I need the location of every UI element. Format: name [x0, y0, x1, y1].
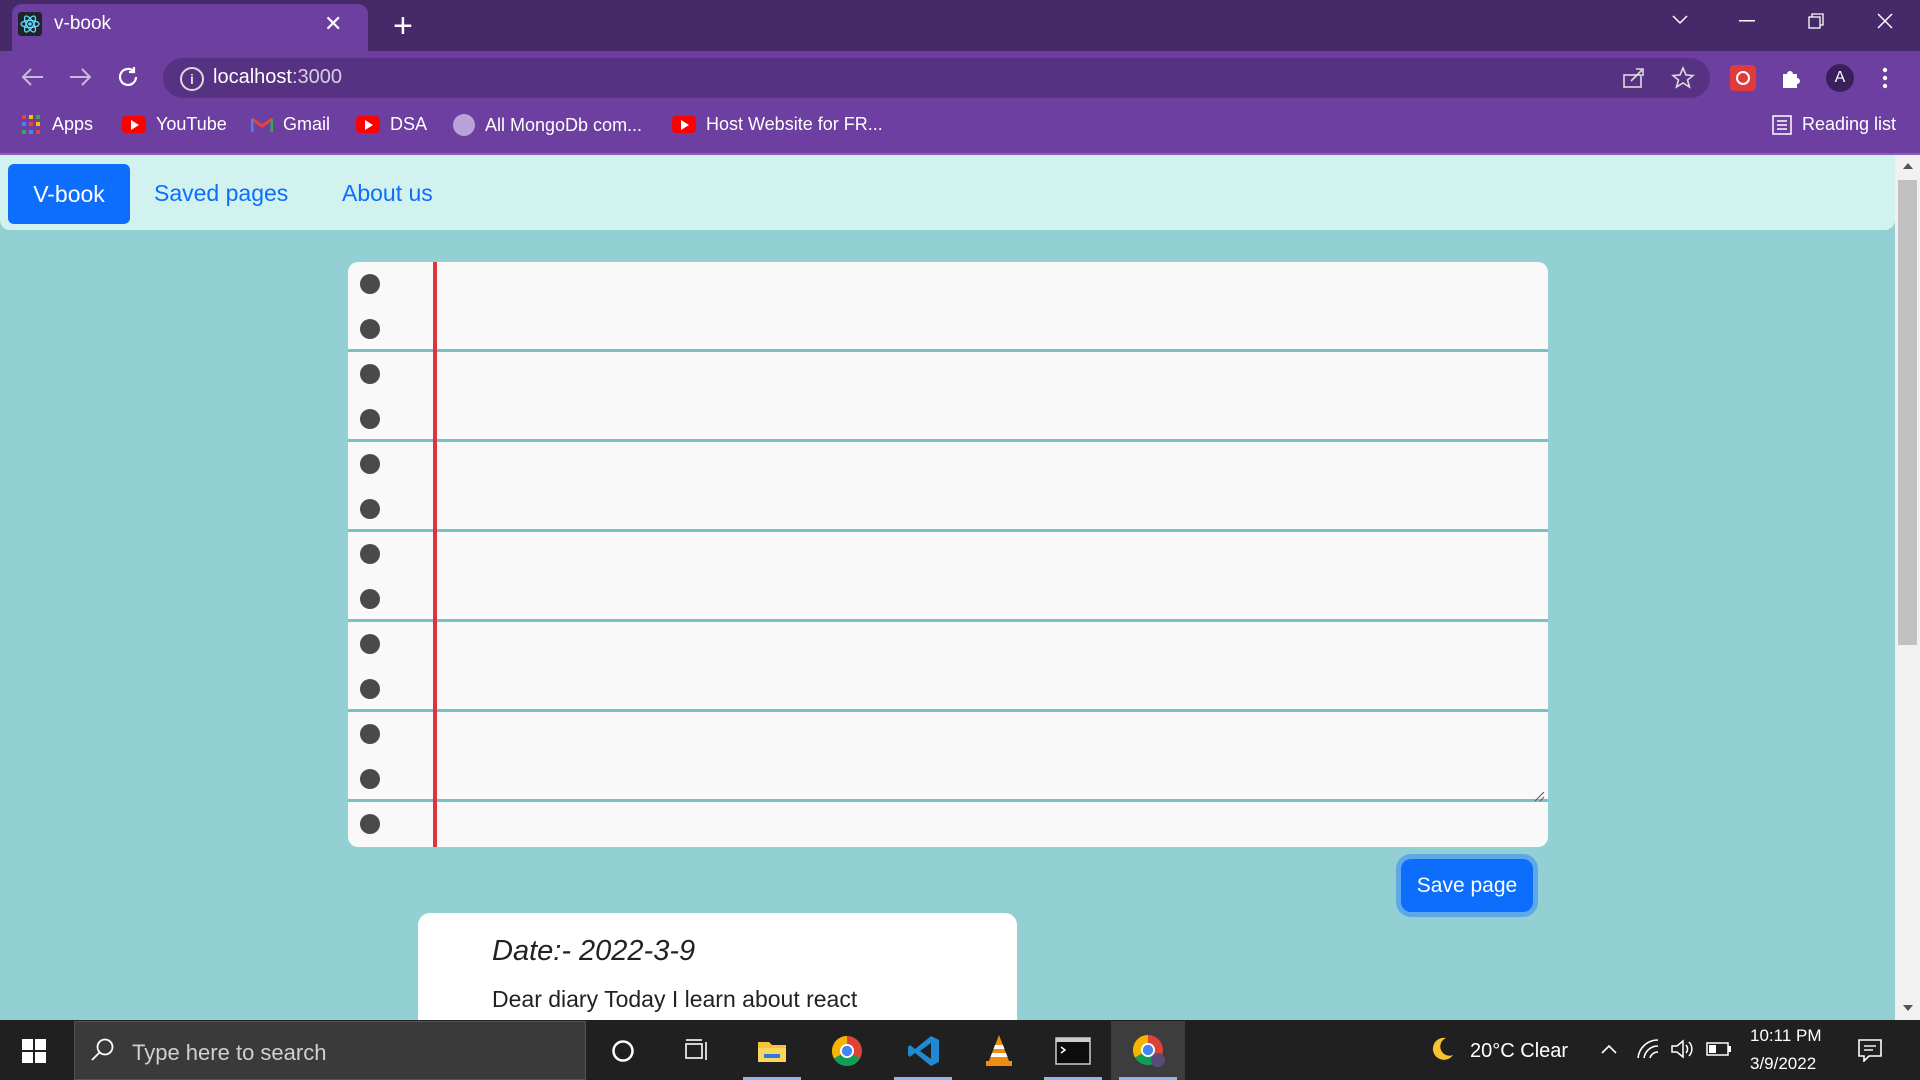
- notebook-hole: [360, 679, 380, 699]
- apps-grid-icon: [22, 114, 42, 135]
- notebook-hole: [360, 454, 380, 474]
- terminal-icon: [1055, 1037, 1091, 1065]
- bookmark-mongodb[interactable]: All MongoDb com...: [453, 114, 642, 136]
- task-view-icon: [685, 1039, 707, 1060]
- bookmark-dsa[interactable]: DSA: [356, 114, 427, 135]
- nav-saved-pages[interactable]: Saved pages: [154, 180, 288, 207]
- notebook-hole: [360, 499, 380, 519]
- show-hidden-icons-chevron-icon[interactable]: [1600, 1043, 1618, 1055]
- bookmark-label: All MongoDb com...: [485, 114, 643, 135]
- url-text[interactable]: localhost:3000: [213, 66, 342, 89]
- notebook-hole: [360, 319, 380, 339]
- chrome-icon: [831, 1036, 862, 1067]
- chrome-profile-icon: [1132, 1035, 1165, 1067]
- cortana-button[interactable]: [586, 1021, 660, 1080]
- battery-icon[interactable]: [1706, 1042, 1732, 1056]
- taskbar-chrome[interactable]: [810, 1021, 884, 1080]
- scroll-down-arrow-icon[interactable]: [1902, 1004, 1914, 1012]
- extensions-puzzle-icon[interactable]: [1779, 66, 1803, 90]
- profile-avatar[interactable]: A: [1826, 64, 1854, 92]
- task-view-button[interactable]: [660, 1021, 734, 1080]
- volume-icon[interactable]: [1670, 1039, 1694, 1059]
- notebook-hole: [360, 724, 380, 744]
- share-icon[interactable]: [1622, 67, 1646, 89]
- bookmark-star-icon[interactable]: [1671, 66, 1695, 90]
- minimize-icon[interactable]: [1739, 20, 1755, 22]
- taskbar-terminal[interactable]: [1036, 1021, 1110, 1080]
- nav-about-us[interactable]: About us: [342, 180, 433, 207]
- close-window-icon[interactable]: [1877, 13, 1893, 29]
- bookmark-host-website[interactable]: Host Website for FR...: [672, 114, 883, 135]
- gmail-icon: [251, 117, 273, 132]
- address-bar[interactable]: [163, 58, 1710, 98]
- restore-icon[interactable]: [1808, 13, 1824, 29]
- bookmark-label: DSA: [390, 114, 428, 134]
- notebook-hole: [360, 814, 380, 834]
- url-port: :3000: [291, 66, 342, 88]
- entry-text: Dear diary Today I learn about react: [492, 986, 858, 1012]
- wifi-icon[interactable]: [1636, 1038, 1660, 1060]
- vscode-icon: [908, 1036, 939, 1066]
- bookmark-label: Gmail: [283, 114, 331, 134]
- reading-list-label: Reading list: [1802, 114, 1897, 134]
- textarea-resize-grip-icon[interactable]: [1533, 790, 1545, 802]
- react-favicon-icon: [18, 12, 42, 36]
- notebook-hole: [360, 409, 380, 429]
- notebook-hole: [360, 634, 380, 654]
- scroll-up-arrow-icon[interactable]: [1902, 162, 1914, 170]
- tab-search-chevron-icon[interactable]: [1671, 14, 1689, 26]
- youtube-icon: [356, 116, 380, 133]
- notebook-margin-line: [433, 262, 437, 847]
- tab-title: v-book: [54, 13, 112, 34]
- cortana-circle-icon: [612, 1040, 634, 1062]
- reading-list-icon: [1772, 114, 1792, 135]
- reload-icon[interactable]: [116, 65, 140, 89]
- taskbar-chrome-profile-active[interactable]: [1111, 1021, 1185, 1080]
- browser-menu-icon[interactable]: [1882, 66, 1888, 90]
- taskbar-vlc[interactable]: [961, 1021, 1035, 1080]
- notebook-hole: [360, 274, 380, 294]
- new-tab-button[interactable]: +: [393, 7, 413, 46]
- bookmark-label: YouTube: [156, 114, 227, 134]
- entry-date: Date:- 2022-3-9: [492, 935, 696, 967]
- weather-text[interactable]: 20°C Clear: [1470, 1040, 1568, 1063]
- clock-date[interactable]: 3/9/2022: [1750, 1054, 1816, 1074]
- scrollbar-thumb[interactable]: [1898, 180, 1917, 645]
- back-arrow-icon[interactable]: [21, 67, 45, 87]
- notebook-hole: [360, 769, 380, 789]
- notebook-hole: [360, 544, 380, 564]
- windows-start-icon[interactable]: [22, 1039, 46, 1063]
- brand-button[interactable]: V-book: [8, 164, 130, 224]
- taskbar-vscode[interactable]: [886, 1021, 960, 1080]
- notebook-hole: [360, 589, 380, 609]
- taskbar-search-placeholder: Type here to search: [132, 1040, 327, 1065]
- clock-time[interactable]: 10:11 PM: [1750, 1026, 1822, 1046]
- bookmark-label: Host Website for FR...: [706, 114, 883, 134]
- notification-center-icon[interactable]: [1857, 1038, 1883, 1062]
- bookmark-gmail[interactable]: Gmail: [251, 114, 330, 135]
- mongodb-avatar-icon: [453, 114, 475, 136]
- site-info-icon[interactable]: i: [180, 67, 204, 91]
- youtube-icon: [122, 116, 146, 133]
- forward-arrow-icon[interactable]: [68, 67, 92, 87]
- tab-close-icon[interactable]: ✕: [324, 11, 342, 37]
- save-page-button[interactable]: Save page: [1401, 859, 1533, 912]
- bookmark-youtube[interactable]: YouTube: [122, 114, 227, 135]
- url-host: localhost: [213, 66, 292, 88]
- bookmark-apps[interactable]: Apps: [22, 114, 93, 135]
- reading-list-button[interactable]: Reading list: [1772, 114, 1896, 135]
- search-icon: [91, 1038, 114, 1061]
- bookmark-label: Apps: [52, 114, 94, 134]
- notebook-textarea[interactable]: [348, 262, 1548, 847]
- extension-app-icon[interactable]: [1730, 65, 1756, 91]
- notebook-hole: [360, 364, 380, 384]
- moon-weather-icon[interactable]: [1428, 1035, 1456, 1063]
- vlc-cone-icon: [986, 1035, 1012, 1066]
- taskbar-file-explorer[interactable]: [735, 1021, 809, 1080]
- youtube-icon: [672, 116, 696, 133]
- file-explorer-icon: [758, 1042, 786, 1062]
